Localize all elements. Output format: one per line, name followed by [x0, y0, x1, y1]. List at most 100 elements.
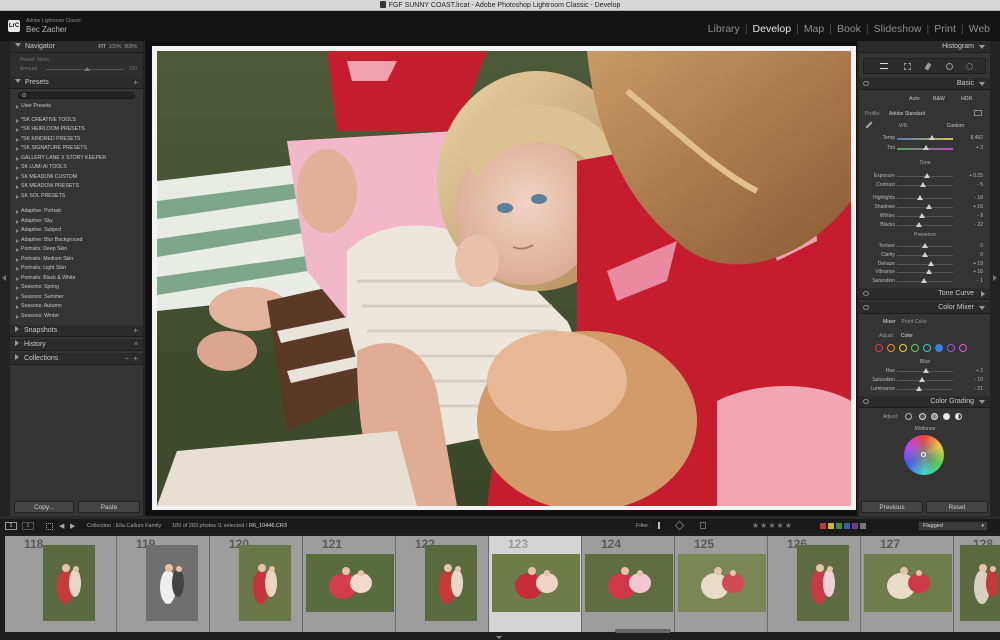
collapse-filmstrip-icon[interactable]: [496, 636, 502, 639]
selected-filename[interactable]: R6_10446.CR3: [249, 523, 287, 529]
color-wheel-handle[interactable]: [921, 452, 926, 457]
basic-header[interactable]: Basic: [859, 78, 990, 90]
slider-track[interactable]: [897, 198, 953, 199]
slider-value[interactable]: + 0.25: [969, 173, 983, 179]
filmstrip-cell[interactable]: 118: [5, 536, 117, 632]
slider-value[interactable]: + 2: [976, 368, 983, 374]
star-rating-filter[interactable]: ★★★★★: [752, 521, 793, 530]
reject-flag-icon[interactable]: [700, 522, 706, 529]
shadows-wheel-icon[interactable]: [919, 413, 926, 420]
zoom-fit[interactable]: FIT: [98, 44, 106, 50]
slider-thumb[interactable]: [922, 243, 928, 248]
slider-value[interactable]: - 21: [974, 386, 983, 392]
amount-slider-thumb[interactable]: [84, 67, 90, 71]
preset-folder[interactable]: *SK HEIRLOOM PRESETS: [10, 125, 143, 135]
collections-header[interactable]: Collections − +: [10, 353, 143, 365]
filmstrip-cell[interactable]: 126: [768, 536, 861, 632]
slider-thumb[interactable]: [919, 213, 926, 218]
preset-folder[interactable]: Portraits: Medium Skin: [10, 255, 143, 265]
filmstrip-cell[interactable]: 124: [582, 536, 675, 632]
profile-browser-icon[interactable]: [974, 110, 982, 116]
preset-folder[interactable]: *SK KINDRED PRESETS: [10, 135, 143, 145]
slider-thumb[interactable]: [926, 204, 933, 209]
slider-thumb[interactable]: [921, 278, 928, 283]
filmstrip-thumbnail[interactable]: [492, 554, 580, 612]
preset-folder[interactable]: Adaptive: Subject: [10, 226, 143, 236]
preset-folder[interactable]: Seasons: Winter: [10, 312, 143, 322]
preset-folder[interactable]: SK MEADOW CUSTOM: [10, 173, 143, 183]
filmstrip-thumbnail[interactable]: [678, 554, 766, 612]
add-collection-icon[interactable]: +: [133, 353, 138, 365]
history-header[interactable]: History ×: [10, 339, 143, 351]
grid-view-icon[interactable]: [46, 523, 53, 530]
slider-value[interactable]: 8,492: [970, 135, 983, 141]
histogram-header[interactable]: Histogram: [859, 41, 990, 53]
filmstrip-cell[interactable]: 123: [489, 536, 582, 632]
forward-arrow-icon[interactable]: ▶: [70, 522, 75, 530]
preset-folder[interactable]: SK MEADOW PRESETS: [10, 182, 143, 192]
slider-value[interactable]: + 3: [976, 145, 983, 151]
preset-folder[interactable]: Adaptive: Portrait: [10, 207, 143, 217]
navigator-header[interactable]: Navigator FIT 100% 800%: [10, 41, 143, 53]
slider-thumb[interactable]: [926, 269, 933, 274]
module-library[interactable]: Library: [708, 23, 740, 35]
add-snapshot-icon[interactable]: +: [133, 325, 138, 337]
three-way-icon[interactable]: [905, 413, 912, 420]
hdr-button[interactable]: HDR: [961, 96, 972, 102]
slider-thumb[interactable]: [915, 222, 922, 227]
eyedropper-icon[interactable]: [865, 121, 873, 129]
preset-folder-user[interactable]: User Presets: [10, 102, 143, 112]
slider-value[interactable]: - 10: [974, 377, 983, 383]
label-red-filter[interactable]: [820, 523, 826, 529]
filmstrip-thumbnail[interactable]: [239, 545, 291, 621]
filmstrip-thumbnail[interactable]: [43, 545, 95, 621]
color-wheel[interactable]: [904, 435, 944, 475]
add-preset-icon[interactable]: +: [133, 77, 138, 89]
masking-icon[interactable]: [966, 63, 973, 70]
snapshots-header[interactable]: Snapshots +: [10, 325, 143, 337]
midtones-wheel-icon[interactable]: [931, 413, 938, 420]
preset-folder[interactable]: Portraits: Light Skin: [10, 264, 143, 274]
red-eye-icon[interactable]: [946, 63, 953, 70]
color-swatch[interactable]: [911, 344, 919, 352]
slider-track[interactable]: [897, 389, 953, 390]
preset-folder[interactable]: SK LUMI AI TOOLS: [10, 163, 143, 173]
module-map[interactable]: Map: [804, 23, 824, 35]
label-green-filter[interactable]: [836, 523, 842, 529]
slider-track[interactable]: [897, 225, 953, 226]
tab-mixer[interactable]: Mixer: [883, 319, 896, 325]
module-slideshow[interactable]: Slideshow: [874, 23, 922, 35]
copy-button[interactable]: Copy...: [14, 501, 74, 513]
slider-value[interactable]: - 18: [974, 195, 983, 201]
auto-button[interactable]: Auto: [909, 96, 920, 102]
slider-thumb[interactable]: [922, 252, 928, 257]
color-swatch[interactable]: [935, 344, 943, 352]
preset-folder[interactable]: *SK CREATIVE TOOLS: [10, 116, 143, 126]
highlights-wheel-icon[interactable]: [943, 413, 950, 420]
edit-sliders-icon[interactable]: [880, 63, 888, 69]
preset-folder[interactable]: Adaptive: Blur Background: [10, 236, 143, 246]
preset-folder[interactable]: Portraits: Deep Skin: [10, 245, 143, 255]
crop-icon[interactable]: [904, 63, 911, 70]
preset-folder[interactable]: Seasons: Autumn: [10, 302, 143, 312]
slider-thumb[interactable]: [923, 368, 930, 373]
module-book[interactable]: Book: [837, 23, 861, 35]
color-swatch[interactable]: [899, 344, 907, 352]
color-swatch[interactable]: [959, 344, 967, 352]
slider-value[interactable]: + 19: [973, 261, 983, 267]
slider-thumb[interactable]: [916, 195, 923, 200]
label-blue-filter[interactable]: [844, 523, 850, 529]
wb-value[interactable]: Custom: [947, 123, 964, 129]
color-swatch[interactable]: [875, 344, 883, 352]
filmstrip-scrollbar[interactable]: [615, 629, 671, 633]
filmstrip-thumbnail[interactable]: [585, 554, 673, 612]
color-grading-header[interactable]: Color Grading: [859, 396, 990, 408]
preset-folder[interactable]: SK SOL PRESETS: [10, 192, 143, 202]
filmstrip-thumbnail[interactable]: [306, 554, 394, 612]
filmstrip-cell[interactable]: 125: [675, 536, 768, 632]
slider-thumb[interactable]: [915, 386, 922, 391]
filmstrip-thumbnail[interactable]: [864, 554, 952, 612]
collection-source[interactable]: Collection : Ella Callum Family: [87, 523, 161, 529]
filmstrip-thumbnail[interactable]: [425, 545, 477, 621]
color-swatch[interactable]: [887, 344, 895, 352]
